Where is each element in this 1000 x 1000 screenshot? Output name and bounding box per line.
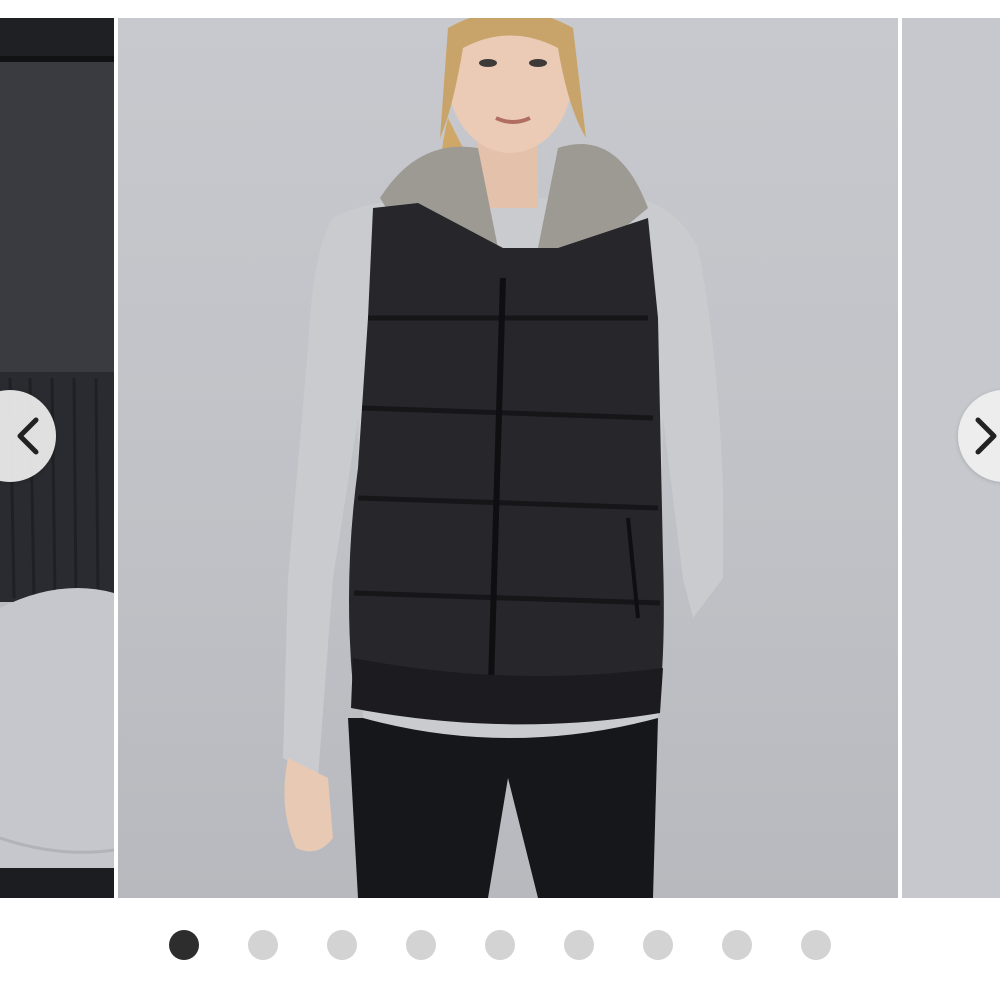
pagination-dot-5[interactable] — [485, 930, 515, 960]
pagination-dot-6[interactable] — [564, 930, 594, 960]
pagination-dot-7[interactable] — [643, 930, 673, 960]
image-carousel[interactable] — [0, 18, 1000, 898]
pagination-dot-9[interactable] — [801, 930, 831, 960]
pagination-dot-2[interactable] — [248, 930, 278, 960]
pagination-dot-1[interactable] — [169, 930, 199, 960]
chevron-right-icon — [975, 417, 997, 455]
chevron-left-icon — [17, 417, 39, 455]
carousel-pagination — [0, 930, 1000, 964]
product-photo-vest — [283, 18, 723, 898]
slide-main[interactable] — [118, 18, 898, 898]
pagination-dot-8[interactable] — [722, 930, 752, 960]
pagination-dot-4[interactable] — [406, 930, 436, 960]
pagination-dot-3[interactable] — [327, 930, 357, 960]
